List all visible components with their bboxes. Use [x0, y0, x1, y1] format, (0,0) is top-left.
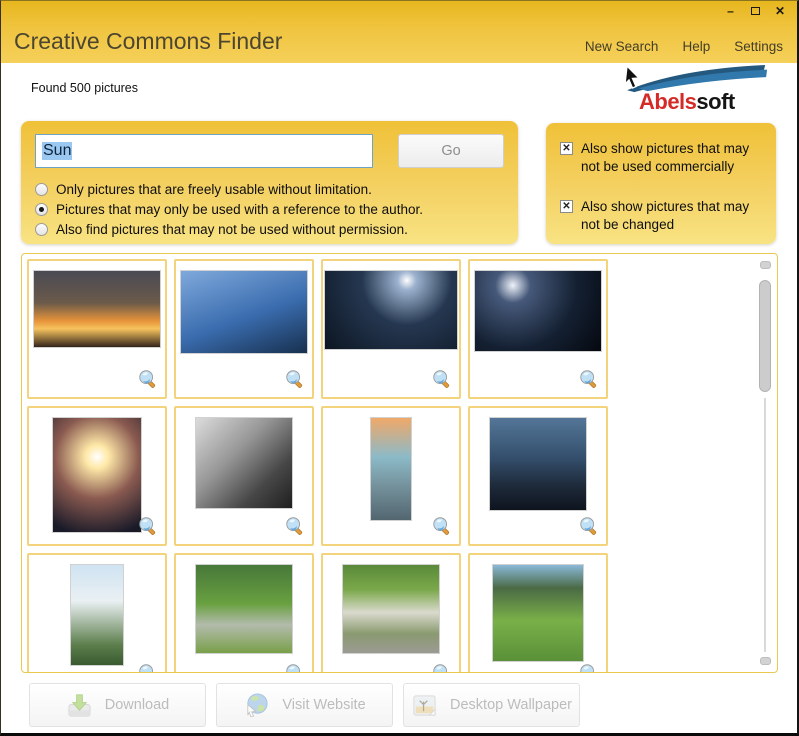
search-input[interactable]: Sun [35, 134, 373, 168]
thumbnail-card-forked-park-path[interactable] [174, 553, 314, 673]
magnifier-icon[interactable] [578, 662, 600, 673]
visit-website-button[interactable]: Visit Website [216, 683, 393, 727]
nav-help[interactable]: Help [682, 39, 710, 54]
abelssoft-logo: Abelssoft [609, 63, 791, 119]
thumbnail-photo[interactable] [325, 271, 457, 349]
radio-control[interactable] [35, 203, 48, 216]
radio-control[interactable] [35, 183, 48, 196]
download-icon [66, 692, 93, 719]
magnifier-icon[interactable] [578, 515, 600, 537]
radio-control[interactable] [35, 223, 48, 236]
gallery-scrollbar[interactable] [758, 258, 773, 668]
thumbnail-photo[interactable] [371, 418, 411, 520]
filter-row[interactable]: ✕ Also show pictures that may not be use… [560, 140, 771, 176]
desktop-wallpaper-button[interactable]: Desktop Wallpaper [403, 683, 580, 727]
magnifier-icon[interactable] [284, 662, 306, 673]
magnifier-icon[interactable] [431, 662, 453, 673]
magnifier-icon[interactable] [431, 368, 453, 390]
license-option-row[interactable]: Also find pictures that may not be used … [35, 222, 408, 237]
thumbnail-photo[interactable] [53, 418, 141, 532]
cursor-arrow-icon [623, 65, 643, 91]
magnifier-icon[interactable] [431, 515, 453, 537]
search-panel: Sun Go Only pictures that are freely usa… [21, 121, 518, 244]
filter-label: Also show pictures that may not be chang… [581, 198, 771, 234]
thumbnail-photo[interactable] [181, 271, 307, 353]
filter-row[interactable]: ✕ Also show pictures that may not be cha… [560, 198, 771, 234]
titlebar-nav: New Search Help Settings [585, 39, 783, 54]
logo-wordmark: Abelssoft [639, 89, 735, 115]
go-button[interactable]: Go [398, 134, 504, 168]
thumbnail-card-white-castle-tower[interactable] [27, 553, 167, 673]
thumbnail-photo[interactable] [343, 565, 439, 653]
filters-panel: ✕ Also show pictures that may not be use… [546, 123, 776, 244]
app-window: – ✕ Creative Commons Finder New Search H… [0, 0, 799, 736]
scrollbar-thumb[interactable] [759, 280, 771, 392]
magnifier-icon[interactable] [284, 515, 306, 537]
maximize-icon [751, 7, 760, 15]
window-controls: – ✕ [723, 4, 787, 18]
thumbnail-card-sun-over-river-skyline[interactable] [27, 406, 167, 546]
globe-icon [243, 692, 270, 719]
thumbnail-photo[interactable] [196, 418, 292, 508]
thumbnail-photo[interactable] [493, 565, 583, 661]
logo-text-black: soft [696, 89, 734, 114]
titlebar: – ✕ Creative Commons Finder New Search H… [1, 1, 797, 63]
thumbnail-grid [22, 254, 758, 673]
app-title: Creative Commons Finder [14, 28, 282, 55]
license-option-label: Only pictures that are freely usable wit… [56, 182, 372, 197]
action-label: Visit Website [282, 697, 365, 713]
thumbnail-photo[interactable] [196, 565, 292, 653]
thumbnail-card-bw-woman-in-field[interactable] [174, 406, 314, 546]
scroll-up-button[interactable] [760, 261, 771, 269]
filter-label: Also show pictures that may not be used … [581, 140, 771, 176]
action-label: Desktop Wallpaper [450, 697, 572, 713]
thumbnail-card-city-street-skyscrapers[interactable] [468, 406, 608, 546]
thumbnail-card-angel-of-the-north-sun-wide[interactable] [321, 259, 461, 399]
magnifier-icon[interactable] [137, 515, 159, 537]
minimize-button[interactable]: – [723, 4, 737, 18]
thumbnail-card-angel-of-the-north-blue-sky[interactable] [174, 259, 314, 399]
thumbnail-card-angel-of-the-north-dusk[interactable] [468, 259, 608, 399]
thumbnail-card-sunset-over-field[interactable] [27, 259, 167, 399]
wallpaper-icon [411, 692, 438, 719]
license-option-row[interactable]: Pictures that may only be used with a re… [35, 202, 423, 217]
magnifier-icon[interactable] [137, 662, 159, 673]
thumbnail-card-man-portrait-sunset[interactable] [321, 406, 461, 546]
thumbnail-card-hillside-path-cabin[interactable] [468, 553, 608, 673]
license-option-label: Also find pictures that may not be used … [56, 222, 408, 237]
thumbnail-photo[interactable] [475, 271, 601, 351]
scrollbar-track[interactable] [764, 398, 766, 652]
search-query-text: Sun [42, 142, 72, 160]
checkbox-control[interactable]: ✕ [560, 142, 573, 155]
download-button[interactable]: Download [29, 683, 206, 727]
license-option-label: Pictures that may only be used with a re… [56, 202, 423, 217]
thumbnail-card-stone-cellar-hillside[interactable] [321, 553, 461, 673]
nav-settings[interactable]: Settings [734, 39, 783, 54]
results-count: Found 500 pictures [31, 81, 138, 95]
magnifier-icon[interactable] [137, 368, 159, 390]
checkbox-control[interactable]: ✕ [560, 200, 573, 213]
thumbnail-photo[interactable] [34, 271, 160, 347]
action-label: Download [105, 697, 170, 713]
thumbnail-photo[interactable] [71, 565, 123, 665]
license-option-row[interactable]: Only pictures that are freely usable wit… [35, 182, 372, 197]
nav-new-search[interactable]: New Search [585, 39, 659, 54]
scroll-down-button[interactable] [760, 657, 771, 665]
magnifier-icon[interactable] [284, 368, 306, 390]
thumbnail-photo[interactable] [490, 418, 586, 510]
action-bar: Download Visit Website Desktop Wallpaper [29, 683, 580, 727]
close-button[interactable]: ✕ [773, 4, 787, 18]
magnifier-icon[interactable] [578, 368, 600, 390]
logo-text-red: Abels [639, 89, 696, 114]
results-gallery [21, 253, 778, 673]
maximize-button[interactable] [748, 4, 762, 18]
